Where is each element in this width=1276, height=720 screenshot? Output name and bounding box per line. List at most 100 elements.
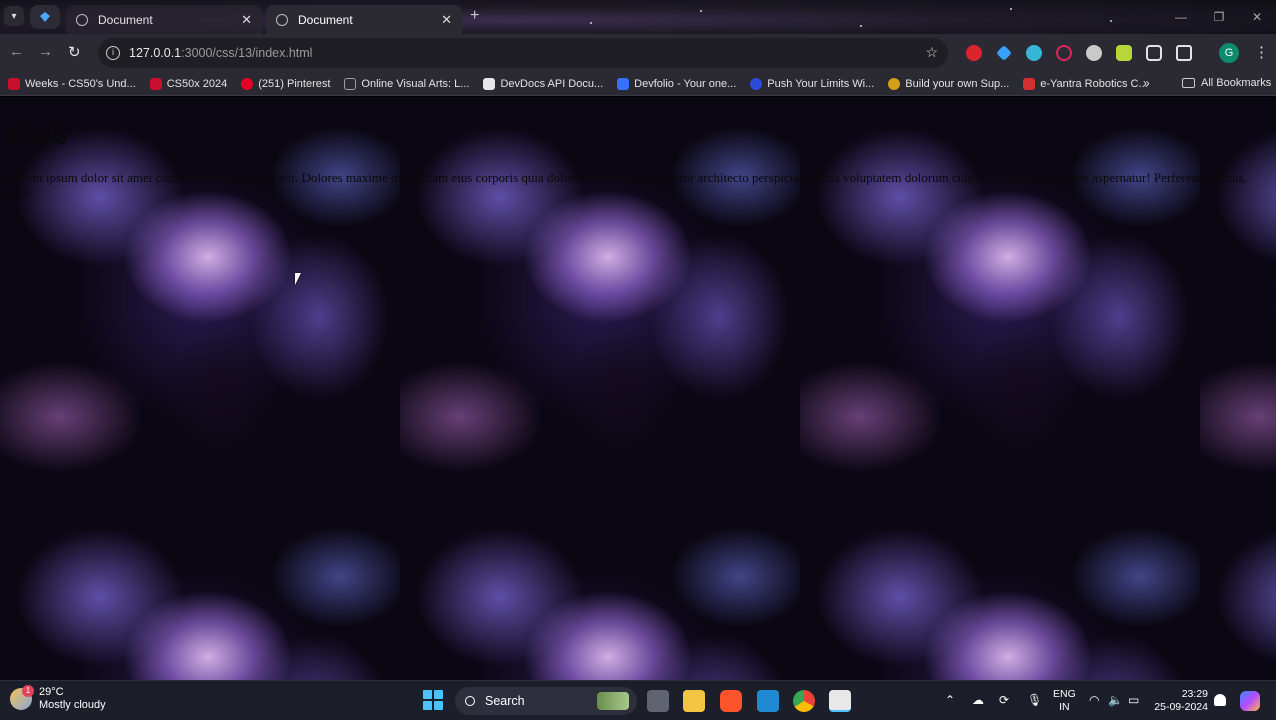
tab-document-1[interactable]: Document ✕	[66, 5, 262, 34]
file-explorer-icon[interactable]	[683, 690, 705, 712]
search-label: Search	[485, 694, 525, 708]
bookmark-label: DevDocs API Docu...	[500, 77, 604, 90]
forward-arrow-icon[interactable]: →	[38, 43, 53, 60]
battery-icon[interactable]: ▭	[1128, 693, 1139, 707]
bookmark-item[interactable]: Online Visual Arts: L...	[344, 77, 470, 90]
bookmark-item[interactable]: DevDocs API Docu...	[483, 77, 604, 90]
pinned-tab[interactable]	[30, 5, 60, 29]
bookmark-label: CS50x 2024	[166, 77, 228, 90]
bookmark-star-icon[interactable]: ☆	[925, 44, 938, 61]
volume-icon[interactable]: 🔈	[1108, 693, 1123, 707]
bookmark-item[interactable]: Devfolio - Your one...	[617, 77, 737, 90]
notification-bell-icon[interactable]	[1214, 694, 1226, 706]
more-bookmarks-button[interactable]: »	[1143, 76, 1150, 90]
extension-green-icon[interactable]	[1116, 45, 1132, 61]
menu-kebab-icon[interactable]: ⋮	[1254, 43, 1269, 61]
address-bar[interactable]: i 127.0.0.1:3000/css/13/index.html ☆	[98, 38, 948, 68]
bookmark-label: Weeks - CS50's Und...	[25, 77, 136, 90]
globe-icon	[276, 13, 288, 26]
extension-circle-icon[interactable]	[1026, 45, 1042, 61]
tab-document-2[interactable]: Document ✕	[266, 5, 462, 34]
language-indicator[interactable]: ENG IN	[1053, 688, 1076, 714]
bookmark-item[interactable]: Build your own Sup...	[888, 77, 1010, 90]
pinterest-icon	[241, 77, 254, 90]
page-viewport: Hello Lorem ipsum dolor sit amet consect…	[0, 97, 1276, 680]
browser-toolbar: ← → ↻ i 127.0.0.1:3000/css/13/index.html…	[0, 34, 1276, 72]
background-star	[1010, 8, 1012, 10]
background-star	[700, 10, 702, 12]
bookmark-item[interactable]: (251) Pinterest	[241, 77, 331, 90]
copilot-icon[interactable]	[1240, 691, 1260, 711]
profile-avatar[interactable]: G	[1219, 43, 1239, 63]
bookmark-favicon-icon	[149, 77, 162, 90]
extension-shield-icon[interactable]	[966, 45, 982, 61]
all-bookmarks-button[interactable]: All Bookmarks	[1182, 77, 1271, 89]
taskbar: 1 29°C Mostly cloudy Search ⌃ ☁ ⟳ 🎙 ENG …	[0, 680, 1276, 720]
minimize-button[interactable]: —	[1162, 0, 1200, 34]
language-code: ENG	[1053, 688, 1076, 700]
chrome-icon[interactable]	[793, 690, 815, 712]
brave-browser-icon[interactable]	[720, 690, 742, 712]
sync-icon[interactable]: ⟳	[999, 693, 1009, 707]
devfolio-icon	[617, 77, 630, 90]
wifi-icon[interactable]: ◠	[1089, 693, 1099, 707]
tab-search-button[interactable]: ▾	[4, 6, 24, 26]
site-info-icon[interactable]: i	[106, 46, 120, 60]
notion-icon[interactable]	[1146, 45, 1162, 61]
bookmark-favicon-icon	[8, 77, 20, 90]
reload-icon[interactable]: ↻	[68, 43, 81, 61]
vscode-icon[interactable]	[757, 690, 779, 712]
window-controls: — ❐ ✕	[1162, 0, 1276, 34]
region-code: IN	[1059, 701, 1070, 713]
devdocs-icon	[483, 77, 496, 90]
weather-temperature: 29°C	[39, 686, 64, 698]
page-paragraph: Lorem ipsum dolor sit amet consectetur a…	[8, 170, 1247, 200]
tab-title: Document	[298, 12, 353, 27]
folder-icon	[1182, 78, 1195, 88]
eyantra-icon	[1023, 77, 1036, 90]
extension-diamond-icon[interactable]	[996, 45, 1012, 61]
bookmark-label: e-Yantra Robotics C...	[1040, 77, 1148, 90]
bookmark-item[interactable]: e-Yantra Robotics C...	[1023, 77, 1148, 90]
bookmark-favicon-icon	[344, 77, 357, 90]
background-star	[860, 25, 862, 27]
close-window-button[interactable]: ✕	[1238, 0, 1276, 34]
bookmark-label: Build your own Sup...	[905, 77, 1010, 90]
background-star	[1110, 20, 1112, 22]
url-path: :3000/css/13/index.html	[181, 46, 313, 60]
back-arrow-icon[interactable]: ←	[9, 43, 24, 60]
tab-close-button[interactable]: ✕	[241, 12, 252, 28]
taskbar-search[interactable]: Search	[455, 687, 637, 715]
restore-button[interactable]: ❐	[1200, 0, 1238, 34]
tray-chevron-icon[interactable]: ⌃	[945, 693, 955, 707]
background-star	[590, 22, 592, 24]
mouse-cursor-icon	[295, 273, 301, 285]
system-clock[interactable]: 23:29 25-09-2024	[1153, 688, 1208, 714]
all-bookmarks-label: All Bookmarks	[1201, 77, 1272, 89]
new-tab-button[interactable]: +	[470, 7, 479, 25]
extension-play-icon[interactable]	[1056, 45, 1072, 61]
notification-badge: 1	[22, 685, 34, 697]
diamond-icon	[40, 12, 50, 22]
snipping-tool-icon[interactable]	[829, 690, 851, 712]
bookmark-label: Push Your Limits Wi...	[767, 77, 875, 90]
onedrive-cloud-icon[interactable]: ☁	[972, 693, 984, 707]
bookmarks-bar: Weeks - CS50's Und... CS50x 2024 (251) P…	[0, 72, 1276, 96]
tab-close-button[interactable]: ✕	[441, 12, 452, 28]
extensions-puzzle-icon[interactable]	[1176, 45, 1192, 61]
weather-widget[interactable]: 1 29°C Mostly cloudy	[10, 685, 106, 712]
bookmark-item[interactable]: CS50x 2024	[149, 77, 228, 90]
extension-face-icon[interactable]	[1086, 45, 1102, 61]
bookmark-item[interactable]: Weeks - CS50's Und...	[8, 77, 136, 90]
bookmark-label: Devfolio - Your one...	[634, 77, 737, 90]
microphone-icon[interactable]: 🎙	[1027, 693, 1042, 707]
bookmark-label: (251) Pinterest	[258, 77, 331, 90]
windows-start-icon[interactable]	[423, 690, 443, 710]
clock-date: 25-09-2024	[1154, 701, 1208, 713]
bookmark-favicon-icon	[888, 77, 901, 90]
bookmark-item[interactable]: Push Your Limits Wi...	[750, 77, 875, 90]
weather-cloud-icon: 1	[10, 685, 34, 710]
task-view-icon[interactable]	[647, 690, 669, 712]
url-host: 127.0.0.1	[129, 46, 182, 60]
bookmark-label: Online Visual Arts: L...	[361, 77, 470, 90]
